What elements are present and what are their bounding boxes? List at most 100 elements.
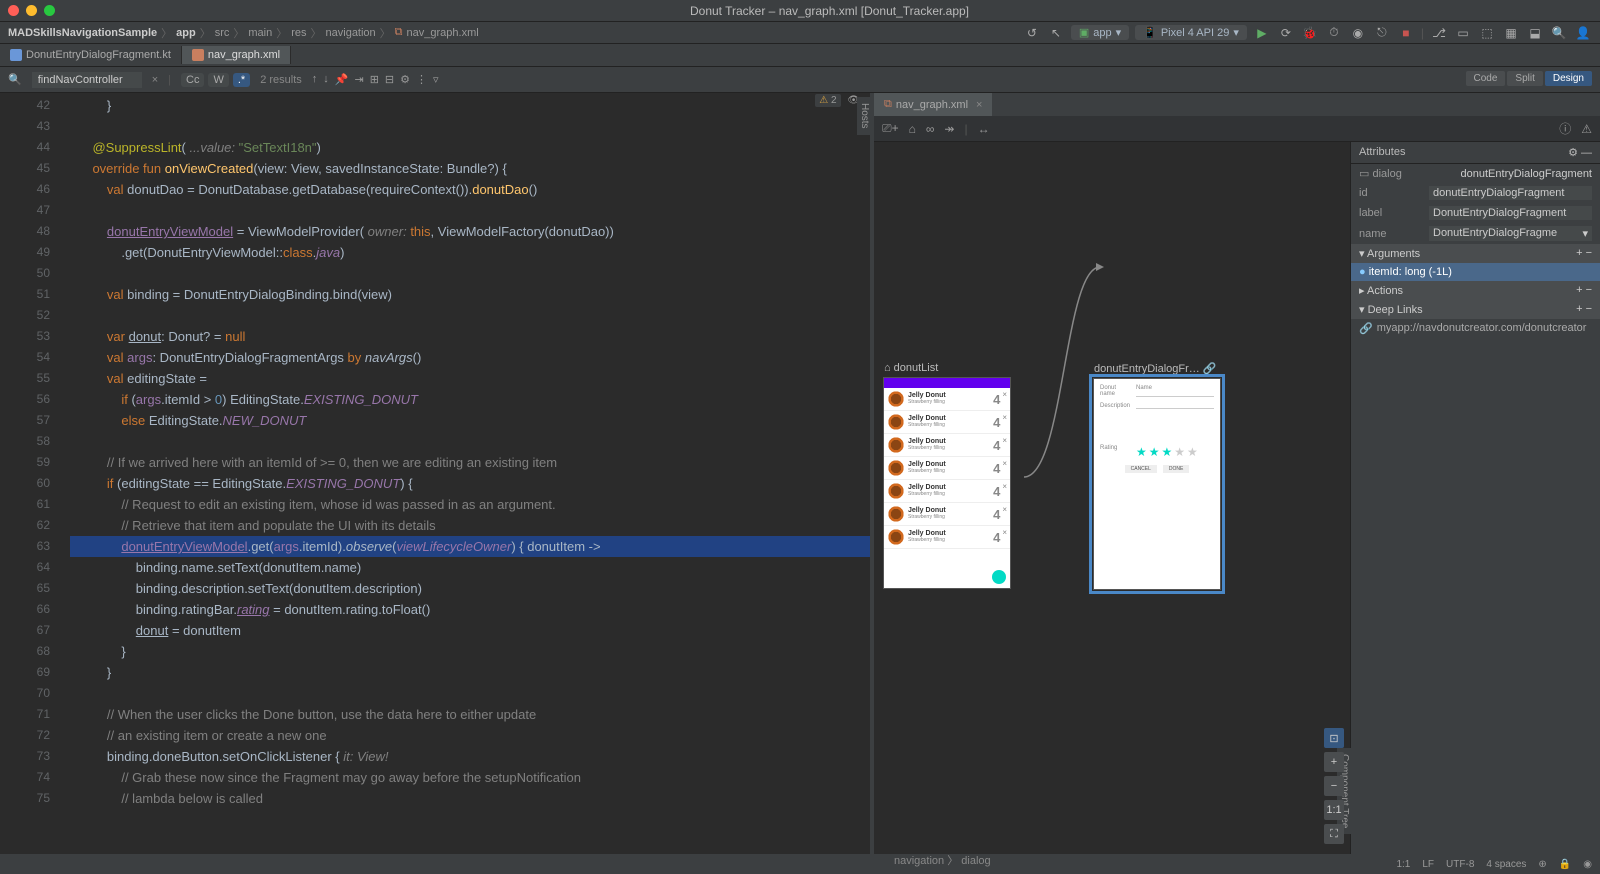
destination-donut-list[interactable]: ⌂donutList Jelly DonutStrawberry filling… [884, 362, 1010, 588]
attach-icon[interactable]: ⎋ [1373, 24, 1391, 42]
attr-label-row[interactable]: labelDonutEntryDialogFragment [1351, 203, 1600, 223]
caret-position[interactable]: 1:1 [1396, 859, 1410, 870]
zoom-out-button[interactable]: − [1324, 776, 1344, 796]
add-argument-icon[interactable]: + [1576, 247, 1582, 259]
bc-0[interactable]: MADSkillsNavigationSample [8, 27, 157, 39]
nav-canvas[interactable]: Component Tree ⌂donutList Jelly DonutStr… [874, 142, 1350, 854]
code-area[interactable]: } @SuppressLint( ...value: "SetTextI18n"… [70, 93, 870, 854]
zoom-in-button[interactable]: + [1324, 752, 1344, 772]
designer-tabbar: ⧉ nav_graph.xml × [874, 93, 1600, 116]
match-case-toggle[interactable]: Cc [181, 73, 204, 87]
close-tab-icon[interactable]: × [976, 99, 982, 111]
layout-icon[interactable]: ▦ [1502, 24, 1520, 42]
settings-icon[interactable]: ⚙ [1568, 147, 1578, 159]
regex-toggle[interactable]: .* [233, 73, 250, 87]
minimize-window-icon[interactable] [26, 5, 37, 16]
filter-icon[interactable]: ⚙ [400, 73, 410, 86]
run-config-selector[interactable]: ▣app▾ [1071, 25, 1129, 40]
remove-selection-icon[interactable]: ⊟ [385, 73, 394, 86]
tab-nav-graph[interactable]: nav_graph.xml [182, 46, 291, 64]
code-editor[interactable]: 4243444546474849505152535455565758596061… [0, 93, 870, 854]
designer-breadcrumb[interactable]: navigation 〉 dialog [894, 852, 991, 868]
indent[interactable]: 4 spaces [1486, 859, 1526, 870]
bc-1[interactable]: app [176, 27, 196, 39]
sync-icon[interactable]: ↺ [1023, 24, 1041, 42]
window-controls[interactable] [8, 5, 55, 16]
funnel-icon[interactable]: ▿ [433, 73, 439, 86]
zoom-expand-button[interactable]: ⛶ [1324, 824, 1344, 844]
process-icon[interactable]: ◉ [1583, 859, 1592, 870]
close-window-icon[interactable] [8, 5, 19, 16]
statusbar: 1:1 LF UTF-8 4 spaces ⊕ 🔒 ◉ [0, 854, 1600, 874]
resource-icon[interactable]: ⬓ [1526, 24, 1544, 42]
bc-4[interactable]: res [291, 27, 306, 39]
memory-icon[interactable]: ⊕ [1538, 859, 1546, 870]
stop-icon[interactable]: ■ [1397, 24, 1415, 42]
hosts-tool-tab[interactable]: Hosts [857, 97, 870, 135]
pan-icon[interactable]: ↔ [978, 122, 990, 136]
debug-icon[interactable]: 🐞 [1301, 24, 1319, 42]
argument-item[interactable]: ● itemId: long (-1L) [1351, 263, 1600, 281]
donut-list-preview: Jelly DonutStrawberry filling4×Jelly Don… [884, 378, 1010, 588]
avd-icon[interactable]: ▭ [1454, 24, 1472, 42]
add-selection-icon[interactable]: ⊞ [370, 73, 379, 86]
avatar-icon[interactable]: 👤 [1574, 24, 1592, 42]
find-pin-icon[interactable]: 📌 [335, 73, 349, 86]
arguments-section[interactable]: ▾ Arguments+ − [1351, 244, 1600, 263]
attr-name-row[interactable]: nameDonutEntryDialogFragme▾ [1351, 223, 1600, 244]
add-action-icon[interactable]: + [1576, 284, 1582, 296]
more-icon[interactable]: ⋮ [416, 73, 427, 86]
git-icon[interactable]: ⎇ [1430, 24, 1448, 42]
zoom-reset-button[interactable]: ⊡ [1324, 728, 1344, 748]
encoding[interactable]: UTF-8 [1446, 859, 1474, 870]
destination-donut-dialog[interactable]: donutEntryDialogFr… 🔗 Donut nameName Des… [1094, 362, 1220, 589]
coverage-icon[interactable]: ◉ [1349, 24, 1367, 42]
lock-icon[interactable]: 🔒 [1559, 859, 1571, 870]
auto-arrange-icon[interactable]: ↠ [944, 122, 954, 136]
deeplinks-section[interactable]: ▾ Deep Links+ − [1351, 300, 1600, 319]
remove-action-icon[interactable]: − [1586, 284, 1592, 296]
design-mode-button[interactable]: Design [1545, 71, 1592, 86]
line-ending[interactable]: LF [1422, 859, 1434, 870]
clear-find-icon[interactable]: × [152, 74, 158, 86]
find-input[interactable] [32, 72, 142, 88]
add-deeplink-icon[interactable]: + [1576, 303, 1582, 315]
profile-icon[interactable]: ⏱ [1325, 24, 1343, 42]
find-prev-icon[interactable]: ↑ [312, 73, 318, 86]
remove-deeplink-icon[interactable]: − [1586, 303, 1592, 315]
dropdown-icon[interactable]: ▾ [1582, 227, 1588, 240]
actions-section[interactable]: ▸ Actions+ − [1351, 281, 1600, 300]
bc-5[interactable]: navigation [326, 27, 376, 39]
find-next-icon[interactable]: ↓ [323, 73, 329, 86]
words-toggle[interactable]: W [208, 73, 228, 87]
tab-donut-entry-fragment[interactable]: DonutEntryDialogFragment.kt [0, 46, 182, 64]
select-all-icon[interactable]: ⇥ [354, 73, 363, 86]
sdk-icon[interactable]: ⬚ [1478, 24, 1496, 42]
run-icon[interactable]: ▶ [1253, 24, 1271, 42]
designer-tab-nav-graph[interactable]: ⧉ nav_graph.xml × [874, 93, 992, 116]
nav-designer: ⧉ nav_graph.xml × ⎚+ ⌂ ∞ ↠ | ↔ ⓘ ⚠ Compo… [874, 93, 1600, 854]
bc-6[interactable]: nav_graph.xml [407, 27, 479, 39]
add-destination-icon[interactable]: ⎚+ [882, 121, 899, 136]
minimize-panel-icon[interactable]: — [1581, 147, 1592, 159]
device-selector[interactable]: 📱Pixel 4 API 29▾ [1135, 25, 1247, 40]
breadcrumb[interactable]: MADSkillsNavigationSample〉 app〉 src〉 mai… [8, 25, 479, 41]
split-mode-button[interactable]: Split [1507, 71, 1542, 86]
back-icon[interactable]: ↖ [1047, 24, 1065, 42]
warnings-icon[interactable]: ⚠ [1581, 122, 1592, 136]
zoom-window-icon[interactable] [44, 5, 55, 16]
bc-2[interactable]: src [215, 27, 230, 39]
search-everywhere-icon[interactable]: 🔍 [1550, 24, 1568, 42]
apply-changes-icon[interactable]: ⟳ [1277, 24, 1295, 42]
home-icon[interactable]: ⌂ [909, 122, 916, 136]
zoom-fit-button[interactable]: 1:1 [1324, 800, 1344, 820]
action-arrow[interactable] [1024, 262, 1104, 482]
deeplink-item[interactable]: 🔗myapp://navdonutcreator.com/donutcreato… [1351, 319, 1600, 338]
attr-id-row[interactable]: iddonutEntryDialogFragment [1351, 183, 1600, 203]
nested-graph-icon[interactable]: ∞ [926, 122, 935, 136]
editor-inspection-status[interactable]: ⚠ 2 👁 [815, 95, 860, 106]
bc-3[interactable]: main [248, 27, 272, 39]
info-icon[interactable]: ⓘ [1559, 120, 1571, 137]
remove-argument-icon[interactable]: − [1586, 247, 1592, 259]
code-mode-button[interactable]: Code [1466, 71, 1506, 86]
